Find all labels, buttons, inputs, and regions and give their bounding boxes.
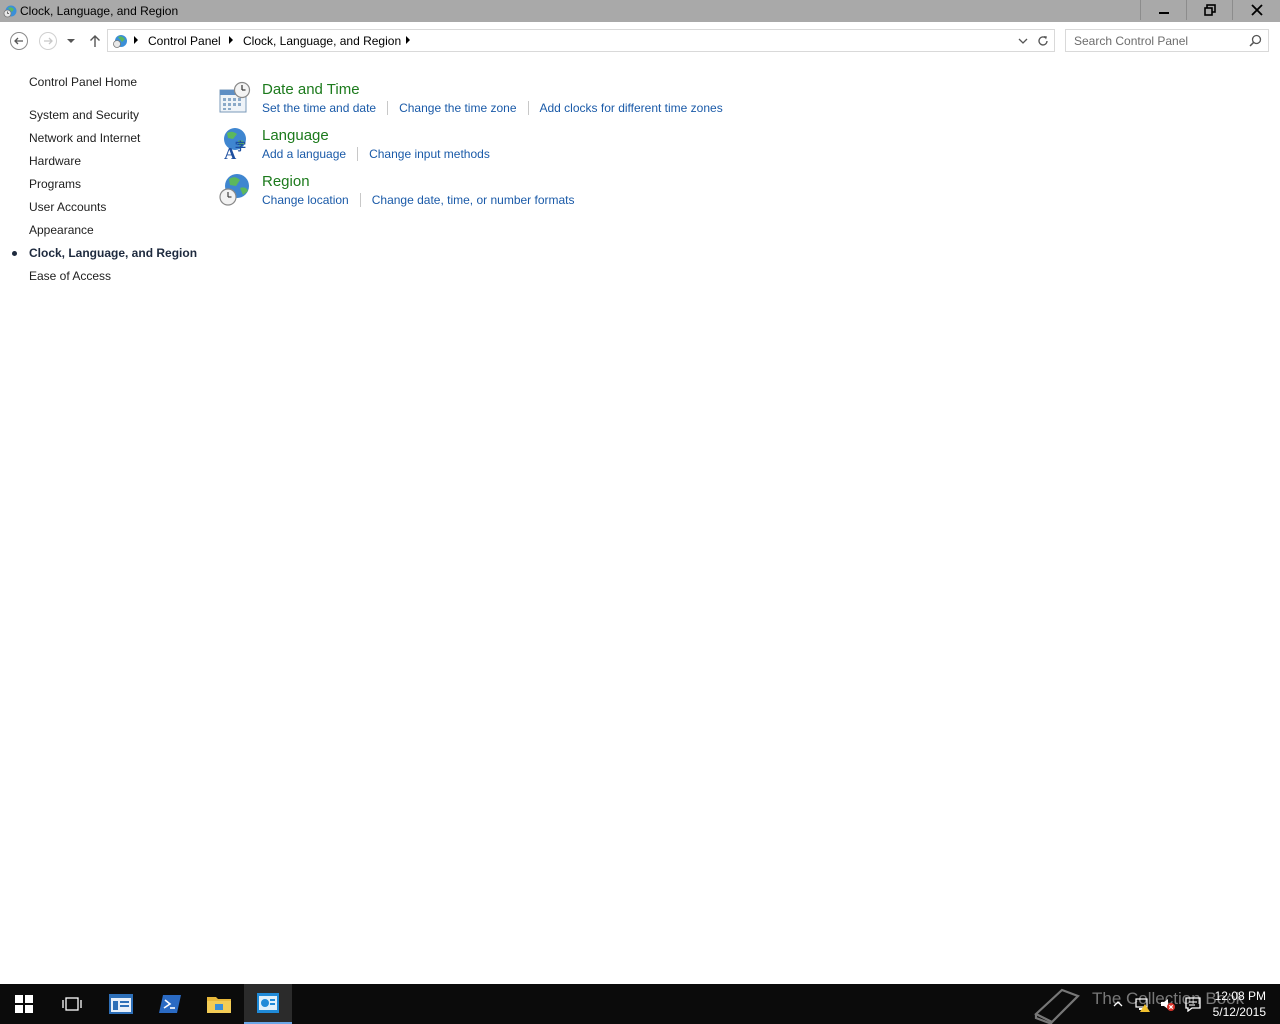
- link-divider: [359, 193, 361, 207]
- control-panel-icon: [257, 993, 279, 1013]
- category-links-date-time: Set the time and date Change the time zo…: [262, 101, 723, 115]
- link-change-time-zone[interactable]: Change the time zone: [399, 101, 516, 115]
- language-icon: A 字: [224, 128, 246, 161]
- search-input[interactable]: [1066, 30, 1246, 51]
- network-warning-icon[interactable]: [1135, 996, 1151, 1012]
- refresh-icon[interactable]: [1035, 33, 1051, 49]
- address-bar[interactable]: Control Panel Clock, Language, and Regio…: [107, 29, 1055, 52]
- category-links-region: Change location Change date, time, or nu…: [262, 193, 575, 207]
- recent-locations-button[interactable]: [61, 30, 81, 52]
- minimize-button[interactable]: [1140, 0, 1186, 20]
- task-view-button[interactable]: [48, 984, 96, 1024]
- control-panel-taskbar-button[interactable]: [244, 984, 292, 1024]
- taskbar: The Collection Book 12:08 PM 5/12/2015: [0, 984, 1280, 1024]
- chevron-down-icon: [67, 39, 75, 43]
- breadcrumb-control-panel[interactable]: Control Panel: [148, 34, 221, 48]
- server-manager-button[interactable]: [97, 984, 145, 1024]
- search-box[interactable]: [1065, 29, 1269, 52]
- breadcrumb-separator[interactable]: [406, 36, 410, 44]
- sidebar-item-programs[interactable]: Programs: [29, 177, 81, 191]
- control-panel-window: Clock, Language, and Region Control Pane…: [0, 0, 1280, 984]
- powershell-icon: [159, 995, 181, 1013]
- windows-logo-icon: [15, 995, 33, 1013]
- date-time-icon: [219, 81, 251, 113]
- category-title-language[interactable]: Language: [262, 127, 329, 144]
- sidebar-item-user-accounts[interactable]: User Accounts: [29, 200, 106, 214]
- up-button[interactable]: [84, 30, 106, 52]
- sidebar-item-clock-language-region[interactable]: Clock, Language, and Region: [29, 246, 197, 260]
- window-title: Clock, Language, and Region: [20, 4, 179, 18]
- category-links-language: Add a language Change input methods: [262, 147, 490, 161]
- up-arrow-icon: [90, 35, 100, 47]
- clock-time: 12:08 PM: [1214, 989, 1266, 1003]
- link-divider: [527, 101, 529, 115]
- breadcrumb-separator[interactable]: [229, 36, 233, 44]
- back-button[interactable]: [8, 30, 30, 52]
- sidebar-item-system-security[interactable]: System and Security: [29, 108, 139, 122]
- link-change-location[interactable]: Change location: [262, 193, 349, 207]
- minimize-icon: [1158, 12, 1169, 14]
- link-divider: [357, 147, 359, 161]
- file-explorer-button[interactable]: [195, 984, 243, 1024]
- sidebar-item-appearance[interactable]: Appearance: [29, 223, 94, 237]
- show-hidden-icons-icon[interactable]: [1110, 996, 1126, 1012]
- forward-button[interactable]: [37, 30, 59, 52]
- control-panel-icon: [113, 35, 127, 48]
- sidebar-item-ease-of-access[interactable]: Ease of Access: [29, 269, 111, 283]
- breadcrumb-separator[interactable]: [134, 36, 138, 44]
- link-divider: [387, 101, 389, 115]
- svg-text:字: 字: [235, 139, 246, 153]
- clock-date: 5/12/2015: [1212, 1005, 1266, 1019]
- active-item-bullet: [12, 251, 17, 256]
- sidebar-control-panel-home[interactable]: Control Panel Home: [29, 75, 137, 89]
- restore-button[interactable]: [1186, 0, 1232, 20]
- server-manager-icon: [109, 994, 133, 1014]
- title-bar[interactable]: Clock, Language, and Region: [0, 0, 1280, 22]
- category-title-date-time[interactable]: Date and Time: [262, 81, 360, 98]
- sidebar-item-network-internet[interactable]: Network and Internet: [29, 131, 140, 145]
- sidebar-item-hardware[interactable]: Hardware: [29, 154, 81, 168]
- book-icon: [1034, 988, 1080, 1024]
- link-change-formats[interactable]: Change date, time, or number formats: [372, 193, 575, 207]
- control-panel-icon: [3, 5, 17, 18]
- link-change-input-methods[interactable]: Change input methods: [369, 147, 490, 161]
- system-clock[interactable]: 12:08 PM 5/12/2015: [1213, 988, 1266, 1020]
- powershell-button[interactable]: [146, 984, 194, 1024]
- link-add-clocks[interactable]: Add clocks for different time zones: [540, 101, 723, 115]
- start-button[interactable]: [0, 984, 48, 1024]
- category-title-region[interactable]: Region: [262, 173, 310, 190]
- address-dropdown-icon[interactable]: [1016, 34, 1030, 48]
- action-center-icon[interactable]: [1185, 996, 1201, 1012]
- restore-icon: [1203, 4, 1216, 16]
- back-arrow-icon: [10, 32, 28, 50]
- close-button[interactable]: [1232, 0, 1280, 20]
- volume-muted-icon[interactable]: [1160, 996, 1176, 1012]
- region-icon: [219, 174, 249, 206]
- link-add-language[interactable]: Add a language: [262, 147, 346, 161]
- forward-arrow-icon: [39, 32, 57, 50]
- link-set-time-date[interactable]: Set the time and date: [262, 101, 376, 115]
- close-icon: [1250, 4, 1263, 16]
- search-icon[interactable]: [1249, 34, 1262, 47]
- task-view-icon: [62, 997, 82, 1011]
- breadcrumb-clock-language-region[interactable]: Clock, Language, and Region: [243, 34, 401, 48]
- folder-icon: [207, 997, 231, 1013]
